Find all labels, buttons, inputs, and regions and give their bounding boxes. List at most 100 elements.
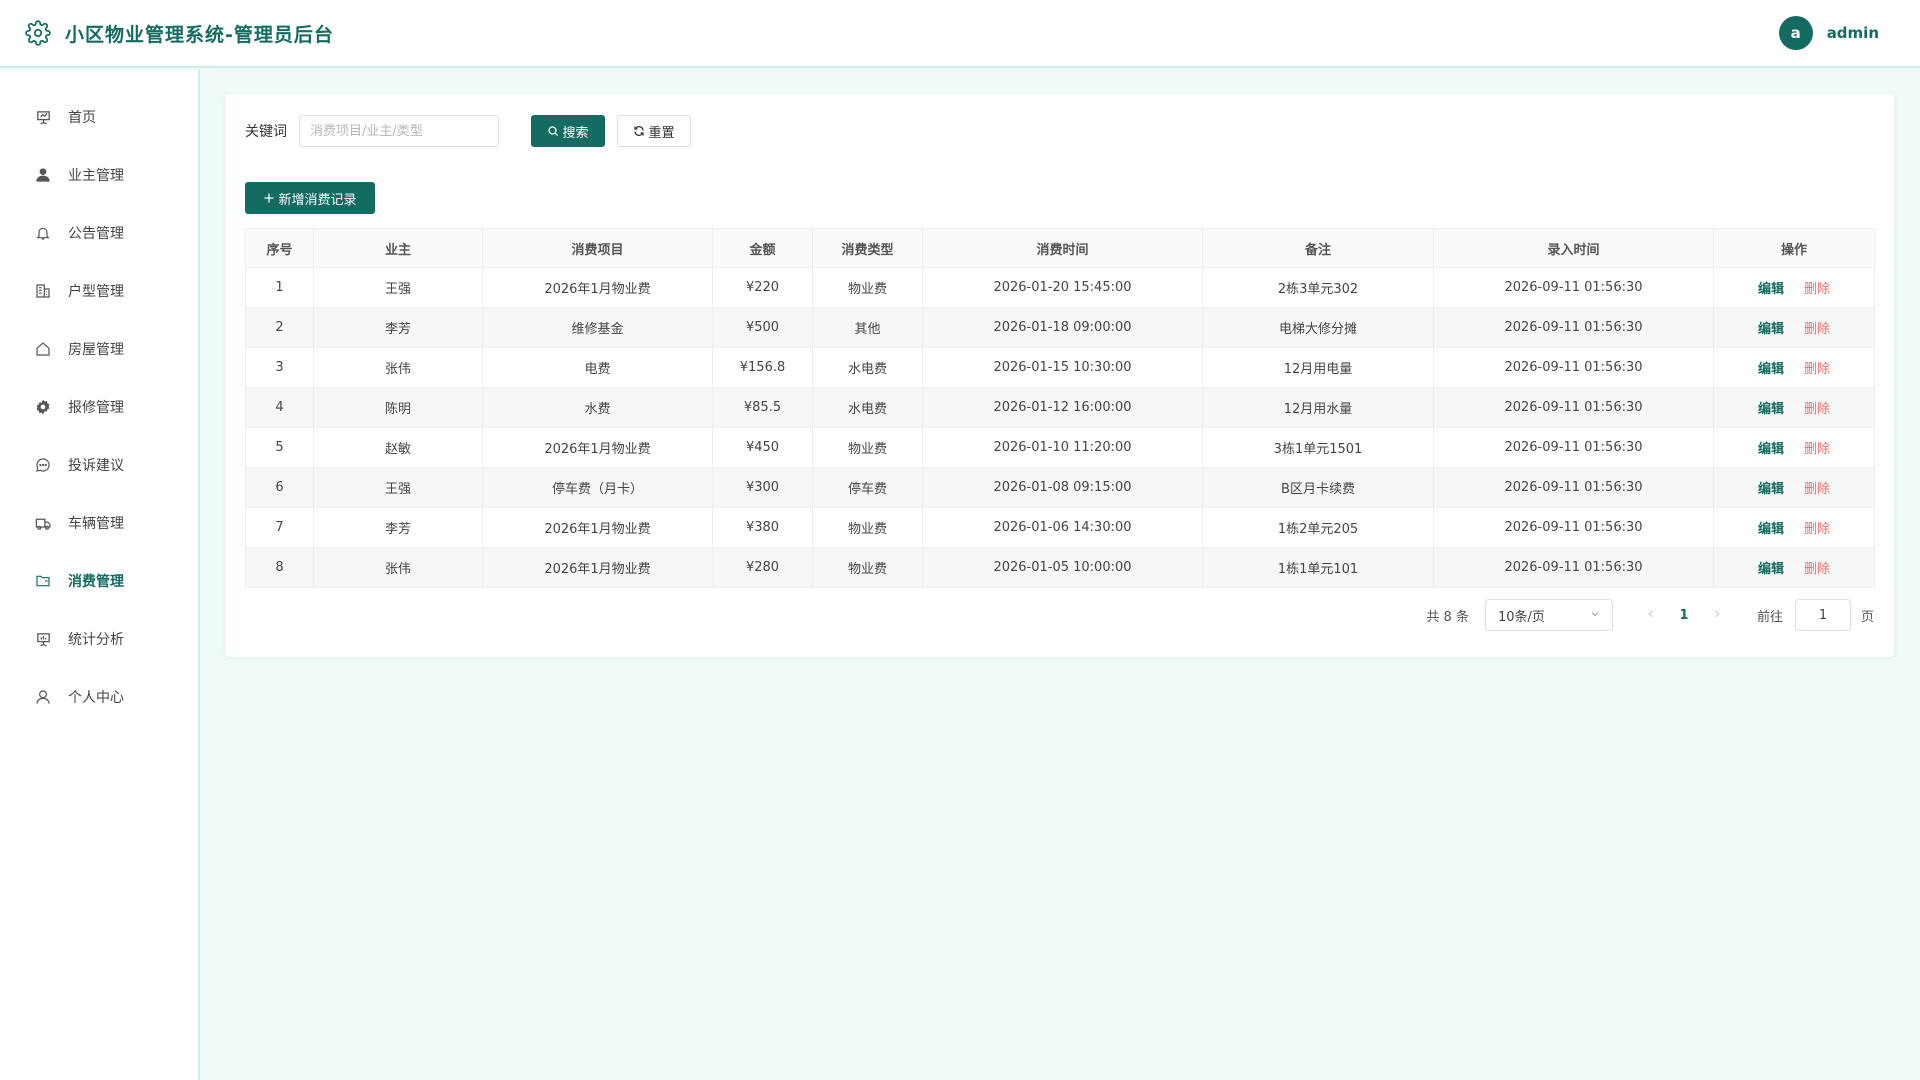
sidebar-item-label: 公告管理: [68, 226, 124, 242]
username[interactable]: admin: [1827, 24, 1879, 42]
column-header: 录入时间: [1433, 228, 1714, 268]
edit-link[interactable]: 编辑: [1758, 442, 1784, 457]
delete-link[interactable]: 删除: [1804, 522, 1830, 537]
folder-icon: [34, 572, 52, 590]
cell-type: 物业费: [812, 267, 923, 308]
delete-link[interactable]: 删除: [1804, 402, 1830, 417]
prev-page-button[interactable]: [1637, 608, 1665, 623]
column-header: 消费项目: [482, 228, 713, 268]
cell-actions: 编辑 删除: [1713, 467, 1875, 508]
edit-link[interactable]: 编辑: [1758, 282, 1784, 297]
delete-link[interactable]: 删除: [1804, 282, 1830, 297]
sidebar-item-complaints[interactable]: 投诉建议: [0, 436, 198, 494]
sidebar-item-repairs[interactable]: 报修管理: [0, 378, 198, 436]
cell-no: 7: [245, 507, 314, 548]
next-page-button[interactable]: [1703, 608, 1731, 623]
cell-owner: 李芳: [313, 307, 483, 348]
sidebar-item-vehicles[interactable]: 车辆管理: [0, 494, 198, 552]
page-number[interactable]: 1: [1671, 608, 1697, 623]
cell-owner: 张伟: [313, 347, 483, 388]
delete-link[interactable]: 删除: [1804, 562, 1830, 577]
house-icon: [34, 340, 52, 358]
column-header: 消费类型: [812, 228, 923, 268]
cell-type: 物业费: [812, 427, 923, 468]
chevron-left-icon: [1648, 610, 1653, 617]
content-card: 关键词 搜索 重置 新增消费记录 序号: [225, 94, 1894, 657]
edit-link[interactable]: 编辑: [1758, 322, 1784, 337]
cell-time: 2026-01-12 16:00:00: [922, 387, 1203, 428]
cell-remark: 2栋3单元302: [1202, 267, 1434, 308]
cell-item: 电费: [482, 347, 713, 388]
refresh-icon: [633, 125, 645, 137]
app-title: 小区物业管理系统-管理员后台: [65, 23, 334, 46]
page-size-select[interactable]: 10条/页: [1484, 599, 1613, 631]
table-row: 1 王强 2026年1月物业费 ¥220 物业费 2026-01-20 15:4…: [245, 267, 1875, 308]
cell-no: 5: [245, 427, 314, 468]
cell-remark: 12月用电量: [1202, 347, 1434, 388]
table-row: 5 赵敏 2026年1月物业费 ¥450 物业费 2026-01-10 11:2…: [245, 427, 1875, 468]
edit-link[interactable]: 编辑: [1758, 362, 1784, 377]
sidebar-item-notices[interactable]: 公告管理: [0, 204, 198, 262]
delete-link[interactable]: 删除: [1804, 482, 1830, 497]
add-record-button[interactable]: 新增消费记录: [245, 182, 375, 214]
cell-item: 2026年1月物业费: [482, 267, 713, 308]
sidebar-item-profile[interactable]: 个人中心: [0, 668, 198, 726]
sidebar-item-label: 个人中心: [68, 690, 124, 706]
cell-item: 2026年1月物业费: [482, 547, 713, 588]
goto-page-input[interactable]: [1794, 599, 1851, 631]
table-row: 8 张伟 2026年1月物业费 ¥280 物业费 2026-01-05 10:0…: [245, 547, 1875, 588]
cell-created: 2026-09-11 01:56:30: [1433, 307, 1714, 348]
search-button[interactable]: 搜索: [531, 115, 605, 147]
sidebar-item-label: 投诉建议: [68, 458, 124, 474]
toolbar: 新增消费记录: [245, 182, 1874, 214]
cell-created: 2026-09-11 01:56:30: [1433, 387, 1714, 428]
cell-item: 2026年1月物业费: [482, 507, 713, 548]
search-bar: 关键词 搜索 重置: [245, 115, 1874, 147]
edit-link[interactable]: 编辑: [1758, 482, 1784, 497]
sidebar-item-consumption[interactable]: 消费管理: [0, 552, 198, 610]
sidebar-item-label: 统计分析: [68, 632, 124, 648]
column-header: 业主: [313, 228, 483, 268]
edit-link[interactable]: 编辑: [1758, 562, 1784, 577]
cell-created: 2026-09-11 01:56:30: [1433, 507, 1714, 548]
reset-button[interactable]: 重置: [617, 115, 691, 147]
sidebar-item-statistics[interactable]: 统计分析: [0, 610, 198, 668]
sidebar-item-label: 报修管理: [68, 400, 124, 416]
delete-link[interactable]: 删除: [1804, 362, 1830, 377]
cell-type: 物业费: [812, 507, 923, 548]
sidebar-item-houses[interactable]: 房屋管理: [0, 320, 198, 378]
cell-actions: 编辑 删除: [1713, 307, 1875, 348]
cell-owner: 陈明: [313, 387, 483, 428]
cell-time: 2026-01-20 15:45:00: [922, 267, 1203, 308]
user-menu[interactable]: a admin: [1778, 16, 1895, 50]
edit-link[interactable]: 编辑: [1758, 402, 1784, 417]
chat-dot-icon: [34, 456, 52, 474]
cell-amount: ¥156.8: [712, 347, 813, 388]
table-row: 2 李芳 维修基金 ¥500 其他 2026-01-18 09:00:00 电梯…: [245, 307, 1875, 348]
goto-label: 前往: [1756, 609, 1783, 625]
cell-no: 8: [245, 547, 314, 588]
cell-owner: 王强: [313, 467, 483, 508]
delete-link[interactable]: 删除: [1804, 442, 1830, 457]
cell-no: 1: [245, 267, 314, 308]
cell-item: 2026年1月物业费: [482, 427, 713, 468]
sidebar-item-owners[interactable]: 业主管理: [0, 146, 198, 204]
cell-no: 4: [245, 387, 314, 428]
sidebar-item-house-types[interactable]: 户型管理: [0, 262, 198, 320]
cell-created: 2026-09-11 01:56:30: [1433, 267, 1714, 308]
cell-remark: B区月卡续费: [1202, 467, 1434, 508]
cell-created: 2026-09-11 01:56:30: [1433, 547, 1714, 588]
table-row: 4 陈明 水费 ¥85.5 水电费 2026-01-12 16:00:00 12…: [245, 387, 1875, 428]
plus-icon: [263, 192, 275, 204]
delete-link[interactable]: 删除: [1804, 322, 1830, 337]
sidebar-item-home[interactable]: 首页: [0, 88, 198, 146]
column-header: 序号: [245, 228, 314, 268]
cell-owner: 张伟: [313, 547, 483, 588]
consumption-table: 序号 业主 消费项目 金额 消费类型 消费时间 备注 录入时间 操作 1 王强 …: [245, 228, 1875, 588]
cell-actions: 编辑 删除: [1713, 267, 1875, 308]
cell-created: 2026-09-11 01:56:30: [1433, 467, 1714, 508]
van-icon: [34, 514, 52, 532]
search-input[interactable]: [299, 115, 499, 147]
edit-link[interactable]: 编辑: [1758, 522, 1784, 537]
avatar[interactable]: a: [1778, 16, 1813, 50]
